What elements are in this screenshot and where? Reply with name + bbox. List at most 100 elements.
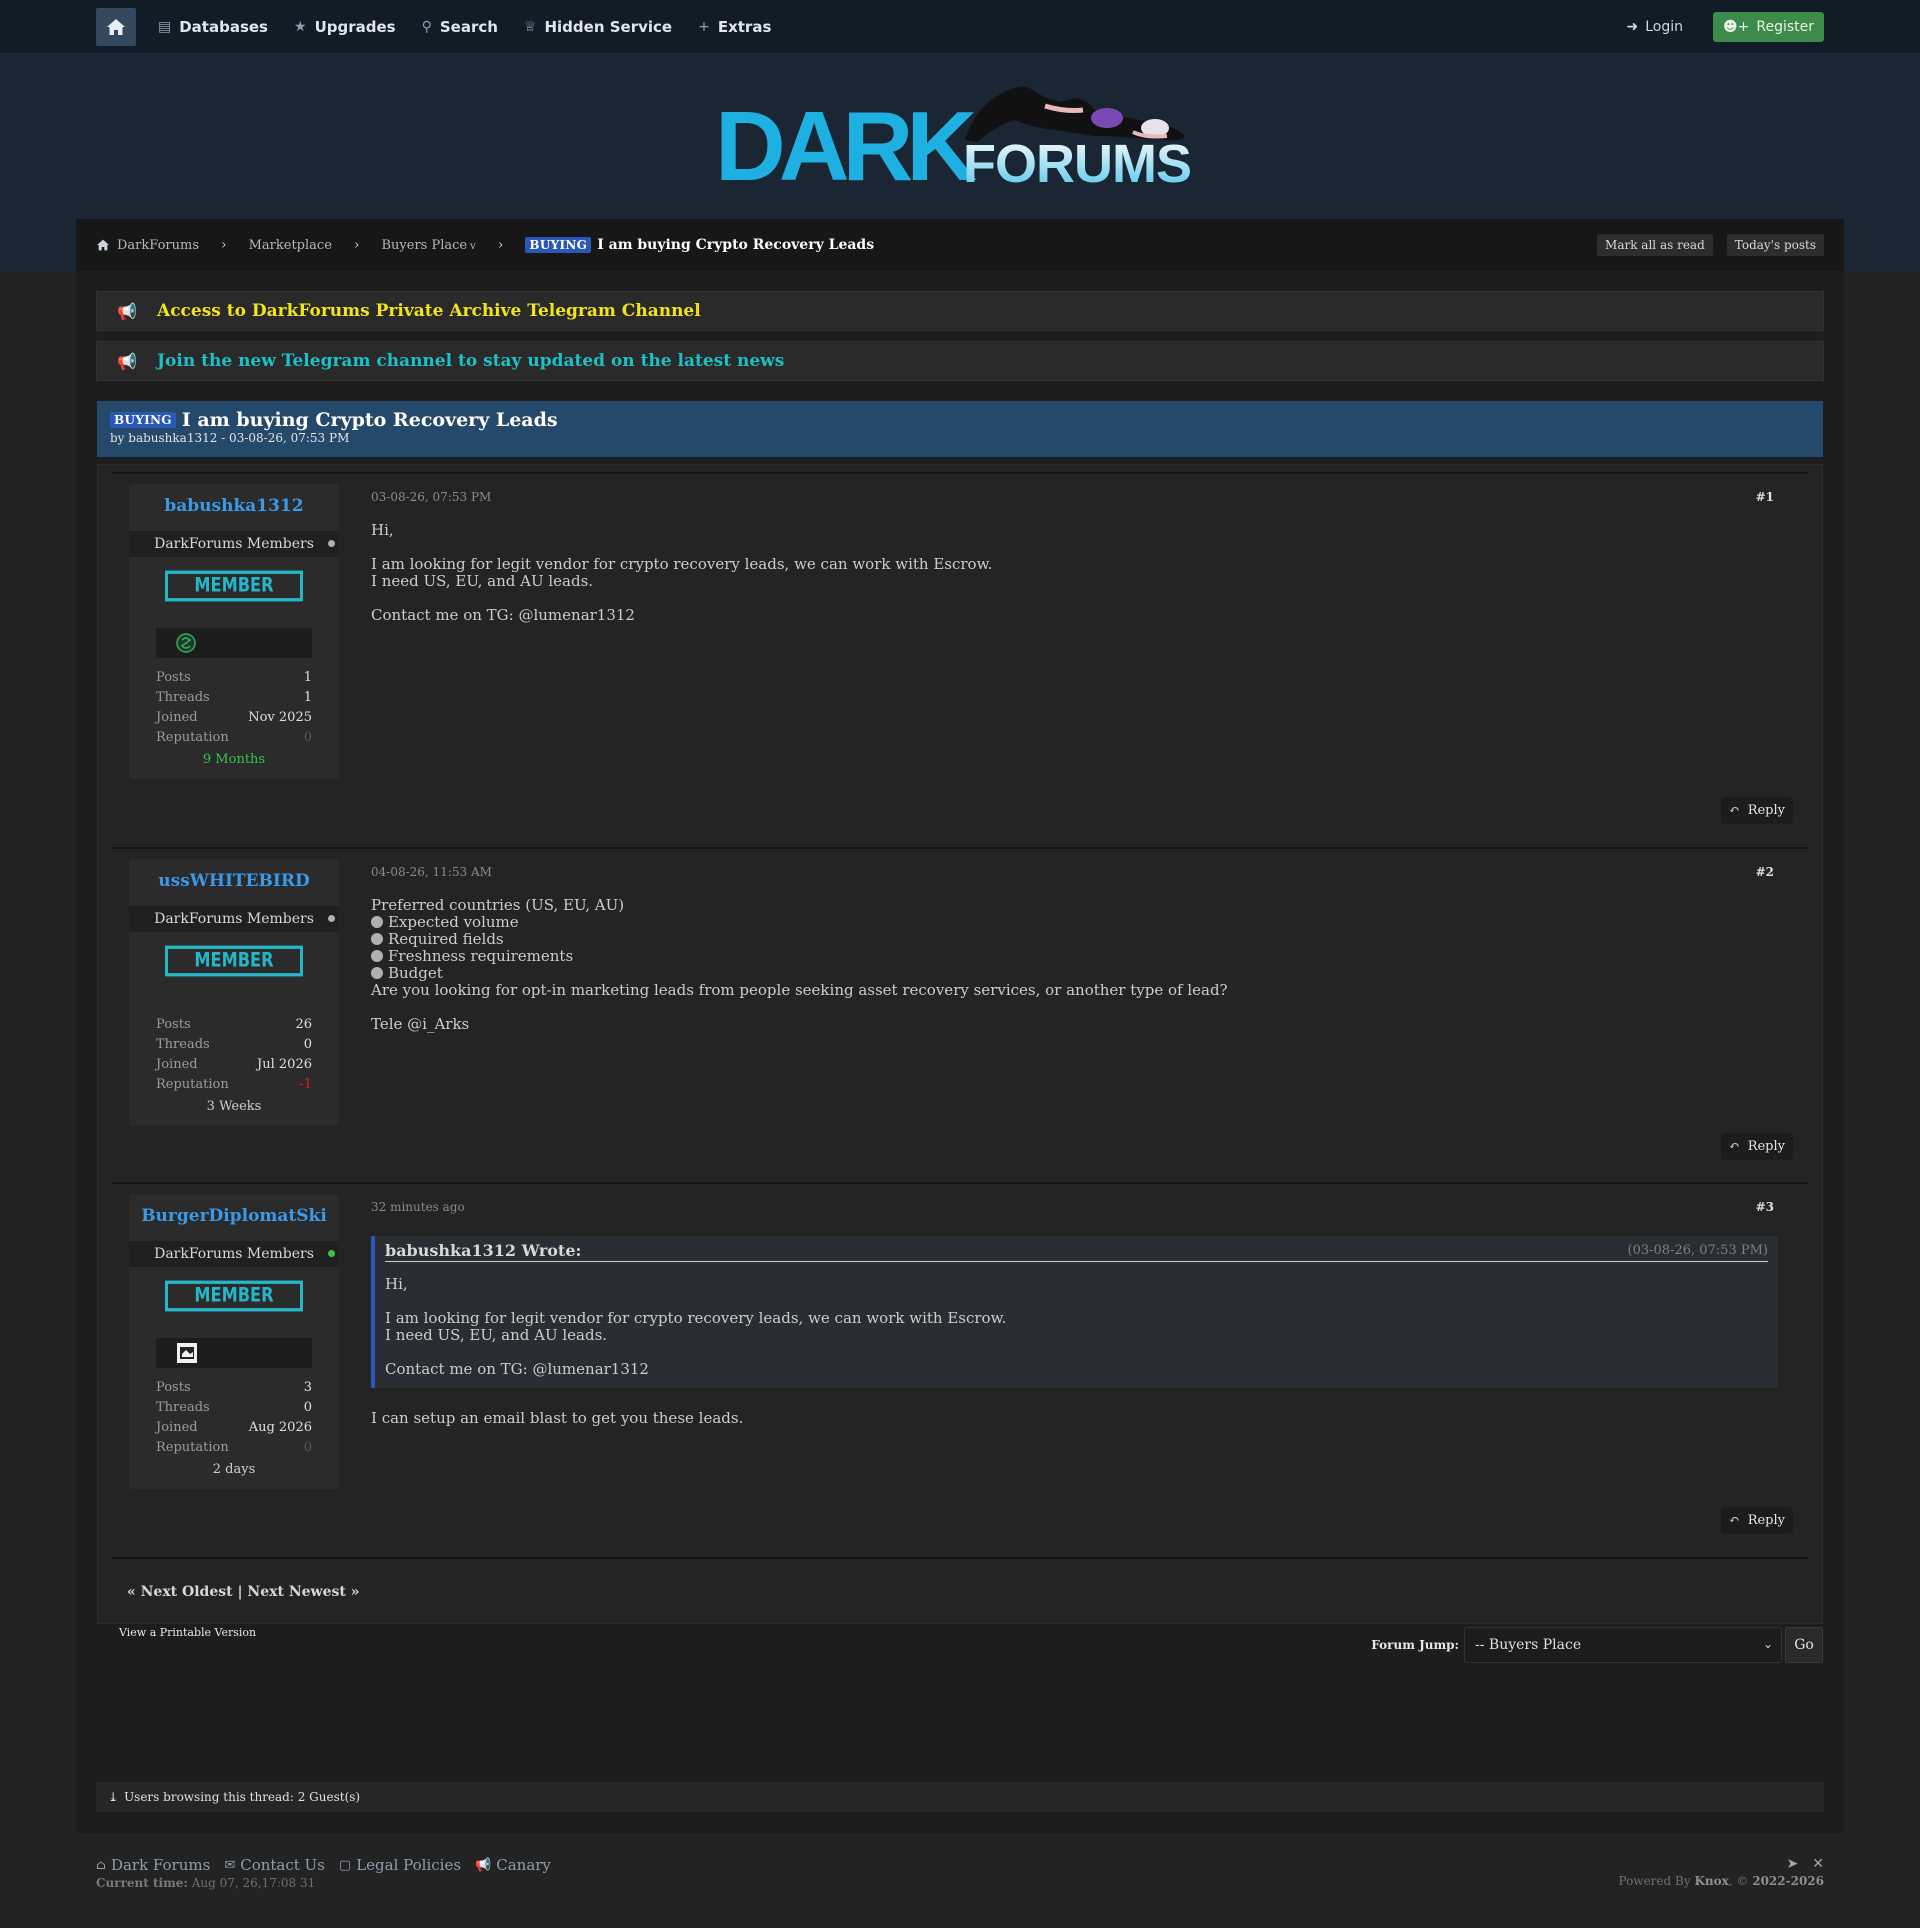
home-icon: ⌂	[96, 1857, 106, 1873]
next-newest-link[interactable]: Next Newest »	[247, 1584, 359, 1600]
stat-reputation[interactable]: 0	[304, 1440, 312, 1460]
download-icon: ⤓	[108, 1790, 119, 1804]
stat-threads: 0	[303, 1400, 312, 1415]
post: babushka1312 DarkForums Members MEMBER P…	[112, 472, 1808, 845]
online-status-icon	[328, 1250, 335, 1257]
footer: ⌂ Dark Forums ✉ Contact Us ▢ Legal Policies…	[96, 1856, 1824, 1890]
awards-bar	[156, 1338, 312, 1368]
author-stats: Posts 3 Threads 0 Joined Aug 2026 Reputatio…	[129, 1368, 339, 1460]
stat-threads: 0	[303, 1037, 312, 1052]
site-logo[interactable]: DARK FORUMS	[715, 80, 1205, 201]
reply-button[interactable]: ↶ Reply	[1720, 1133, 1793, 1160]
bullet-icon	[371, 933, 383, 945]
offline-status-icon	[328, 540, 335, 547]
thread-byline: by babushka1312 - 03-08-26, 07:53 PM	[110, 431, 350, 445]
breadcrumb-home[interactable]: DarkForums	[96, 238, 199, 253]
user-group: DarkForums Members	[129, 1241, 339, 1267]
forum-jump-go-button[interactable]: Go	[1785, 1627, 1823, 1663]
star-icon: ★	[294, 19, 307, 35]
megaphone-icon: 📢	[475, 1857, 492, 1873]
announcement-text: Join the new Telegram channel to stay up…	[157, 351, 785, 371]
nav-upgrades[interactable]: ★ Upgrades	[294, 18, 396, 36]
reply-button[interactable]: ↶ Reply	[1720, 1507, 1793, 1534]
stat-posts: 1	[303, 670, 312, 685]
quote-date[interactable]: (03-08-26, 07:53 PM)	[1628, 1242, 1768, 1259]
quote-block: babushka1312 Wrote: (03-08-26, 07:53 PM)…	[371, 1236, 1778, 1388]
users-browsing: ⤓ Users browsing this thread: 2 Guest(s)	[96, 1782, 1824, 1812]
forum-jump-select[interactable]: -- Buyers Place ⌄	[1464, 1627, 1782, 1663]
bullet-icon	[371, 950, 383, 962]
author-name[interactable]: BurgerDiplomatSki	[129, 1194, 339, 1241]
next-oldest-link[interactable]: « Next Oldest	[127, 1584, 233, 1600]
home-button[interactable]	[96, 8, 136, 46]
login-link[interactable]: ➜ Login	[1627, 19, 1684, 35]
author-card: babushka1312 DarkForums Members MEMBER P…	[129, 484, 339, 779]
award-icon	[176, 633, 196, 653]
chevron-right-icon: ›	[497, 237, 504, 253]
nav-extras[interactable]: + Extras	[698, 18, 771, 36]
todays-posts-button[interactable]: Today's posts	[1726, 234, 1824, 256]
register-button[interactable]: ☻+ Register	[1713, 12, 1824, 42]
reply-button[interactable]: ↶ Reply	[1720, 797, 1793, 824]
x-icon[interactable]: ✕	[1812, 1856, 1824, 1872]
stat-threads: 1	[303, 690, 312, 705]
footer-link-home[interactable]: ⌂ Dark Forums	[96, 1856, 210, 1874]
nav-search[interactable]: ⚲ Search	[422, 18, 498, 36]
reply-icon: ↶	[1728, 1139, 1740, 1154]
envelope-icon: ✉	[224, 1857, 236, 1873]
post: BurgerDiplomatSki DarkForums Members MEM…	[112, 1182, 1808, 1555]
author-name[interactable]: ussWHITEBIRD	[129, 859, 339, 906]
award-icon	[177, 1343, 197, 1363]
quote-author: babushka1312 Wrote:	[385, 1241, 582, 1260]
plus-icon: +	[698, 19, 710, 35]
announcement-telegram[interactable]: 📢 Join the new Telegram channel to stay …	[96, 341, 1824, 381]
author-stats: Posts 26 Threads 0 Joined Jul 2026 Reputati…	[129, 975, 339, 1097]
chevron-right-icon: ›	[353, 237, 360, 253]
megaphone-icon: 📢	[117, 351, 137, 371]
mark-all-read-button[interactable]: Mark all as read	[1597, 234, 1713, 256]
post-date: 03-08-26, 07:53 PM	[371, 490, 492, 504]
member-badge: MEMBER	[165, 945, 303, 977]
printable-version-link[interactable]: View a Printable Version	[119, 1626, 256, 1639]
logo-graphic: DARK FORUMS	[715, 86, 1192, 201]
breadcrumb-marketplace[interactable]: Marketplace	[249, 238, 332, 253]
author-card: ussWHITEBIRD DarkForums Members MEMBER P…	[129, 859, 339, 1126]
post-number[interactable]: #3	[1756, 1200, 1774, 1214]
database-icon: ▤	[158, 19, 172, 35]
author-name[interactable]: babushka1312	[129, 484, 339, 531]
top-navbar: ▤ Databases ★ Upgrades ⚲ Search ♕ Hidden…	[0, 0, 1920, 54]
footer-link-contact[interactable]: ✉ Contact Us	[224, 1856, 325, 1874]
chevron-down-icon: v	[470, 241, 476, 252]
bullet-icon	[371, 967, 383, 979]
member-badge: MEMBER	[165, 570, 303, 602]
home-icon	[107, 19, 125, 35]
reply-icon: ↶	[1728, 1513, 1740, 1528]
buying-tag: BUYING	[525, 237, 592, 253]
nav-databases[interactable]: ▤ Databases	[158, 18, 268, 36]
telegram-icon[interactable]: ➤	[1787, 1856, 1799, 1872]
login-icon: ➜	[1626, 19, 1639, 35]
offline-status-icon	[328, 915, 335, 922]
reply-icon: ↶	[1728, 803, 1740, 818]
stat-posts: 26	[295, 1017, 312, 1032]
post-number[interactable]: #2	[1756, 865, 1774, 879]
buying-tag: BUYING	[110, 412, 176, 428]
logo-dark-text: DARK	[715, 91, 976, 190]
stat-reputation[interactable]: -1	[299, 1077, 312, 1097]
stat-joined: Jul 2026	[257, 1057, 312, 1072]
forum-jump: Forum Jump: -- Buyers Place ⌄ Go	[1371, 1627, 1823, 1663]
user-group: DarkForums Members	[129, 906, 339, 932]
footer-link-legal[interactable]: ▢ Legal Policies	[339, 1856, 461, 1874]
post-number[interactable]: #1	[1756, 490, 1774, 504]
nav-hidden-service[interactable]: ♕ Hidden Service	[524, 18, 672, 36]
stat-reputation[interactable]: 0	[304, 730, 312, 750]
post-body: Hi, I am looking for legit vendor for cr…	[371, 521, 993, 624]
post: ussWHITEBIRD DarkForums Members MEMBER P…	[112, 847, 1808, 1180]
announcement-archive[interactable]: 📢 Access to DarkForums Private Archive T…	[96, 291, 1824, 331]
footer-link-canary[interactable]: 📢 Canary	[475, 1856, 551, 1874]
thread-navigation: « Next Oldest | Next Newest »	[112, 1557, 1808, 1624]
member-age: 9 Months	[202, 752, 266, 767]
member-badge: MEMBER	[165, 1280, 303, 1312]
briefcase-icon: ▢	[338, 1857, 352, 1873]
breadcrumb-buyers-place[interactable]: Buyers Place v	[382, 238, 476, 253]
